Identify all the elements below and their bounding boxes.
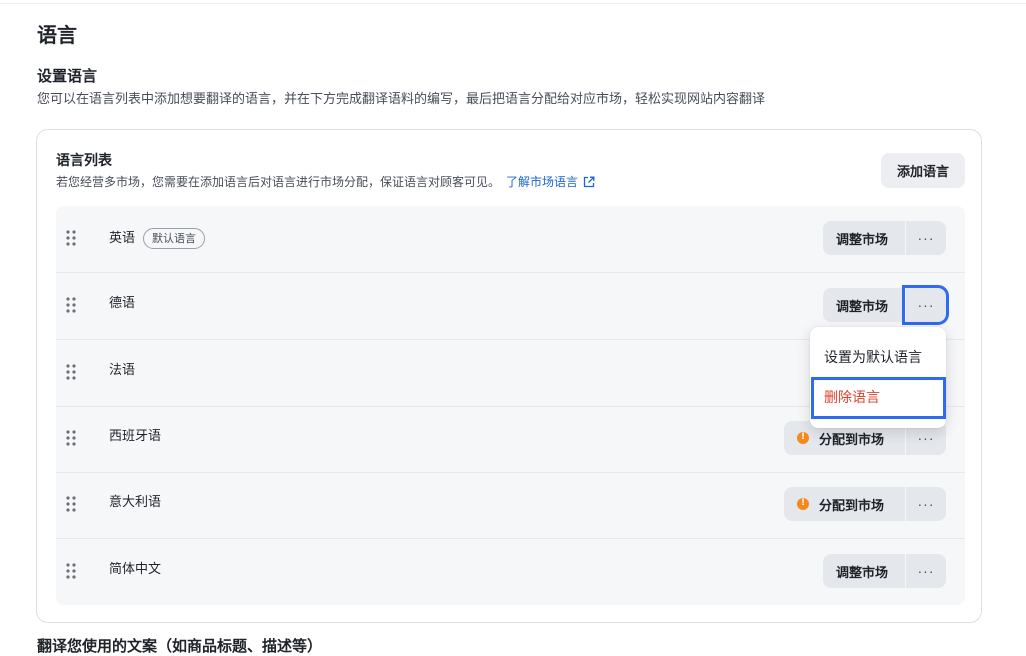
row-actions: 调整市场 ··· bbox=[823, 221, 946, 255]
default-language-badge: 默认语言 bbox=[143, 228, 206, 249]
assign-market-button[interactable]: 分配到市场 bbox=[784, 487, 905, 521]
language-name-label: 英语 bbox=[109, 231, 136, 246]
assign-market-label: 分配到市场 bbox=[819, 498, 885, 514]
more-options-button[interactable]: ··· bbox=[905, 554, 946, 588]
language-row-italian: 意大利语 分配到市场 ··· bbox=[56, 472, 965, 539]
more-options-button[interactable]: ··· bbox=[905, 487, 946, 521]
section-description: 您可以在语言列表中添加想要翻译的语言，并在下方完成翻译语料的编写，最后把语言分配… bbox=[37, 92, 766, 107]
adjust-market-button[interactable]: 调整市场 bbox=[823, 554, 905, 588]
warning-icon bbox=[797, 431, 809, 444]
top-divider bbox=[0, 3, 1026, 4]
add-language-button[interactable]: 添加语言 bbox=[881, 153, 965, 188]
drag-handle-icon[interactable] bbox=[66, 230, 76, 246]
more-options-button[interactable]: ··· bbox=[905, 221, 946, 255]
language-name: 英语 默认语言 bbox=[109, 228, 206, 249]
more-options-menu: 设置为默认语言 删除语言 bbox=[810, 327, 946, 428]
section-title: 设置语言 bbox=[37, 67, 98, 85]
language-row-english: 英语 默认语言 调整市场 ··· bbox=[56, 206, 965, 273]
adjust-market-button[interactable]: 调整市场 bbox=[823, 288, 905, 322]
learn-market-language-link-label: 了解市场语言 bbox=[506, 175, 579, 189]
drag-handle-icon[interactable] bbox=[66, 496, 76, 512]
warning-icon bbox=[797, 497, 809, 510]
language-row-simplified-chinese: 简体中文 调整市场 ··· bbox=[56, 539, 965, 606]
drag-handle-icon[interactable] bbox=[66, 430, 76, 446]
delete-language-menu-item[interactable]: 删除语言 bbox=[811, 377, 946, 419]
language-name: 意大利语 bbox=[109, 495, 162, 510]
language-name: 西班牙语 bbox=[109, 429, 162, 444]
language-name: 德语 bbox=[109, 296, 136, 311]
page-title: 语言 bbox=[37, 23, 77, 47]
external-link-icon bbox=[583, 176, 595, 188]
next-section-title: 翻译您使用的文案（如商品标题、描述等） bbox=[37, 637, 323, 655]
set-default-language-menu-item[interactable]: 设置为默认语言 bbox=[810, 337, 946, 379]
card-description: 若您经营多市场，您需要在添加语言后对语言进行市场分配，保证语言对顾客可见。 了解市… bbox=[56, 174, 595, 191]
assign-market-label: 分配到市场 bbox=[819, 432, 885, 448]
row-actions: 调整市场 ··· bbox=[823, 285, 949, 325]
learn-market-language-link[interactable]: 了解市场语言 bbox=[506, 175, 595, 189]
drag-handle-icon[interactable] bbox=[66, 297, 76, 313]
adjust-market-button[interactable]: 调整市场 bbox=[823, 221, 905, 255]
drag-handle-icon[interactable] bbox=[66, 364, 76, 380]
card-description-text: 若您经营多市场，您需要在添加语言后对语言进行市场分配，保证语言对顾客可见。 bbox=[56, 175, 501, 189]
more-options-button[interactable]: ··· bbox=[902, 285, 949, 325]
language-name: 法语 bbox=[109, 363, 136, 378]
drag-handle-icon[interactable] bbox=[66, 563, 76, 579]
language-name: 简体中文 bbox=[109, 562, 162, 577]
row-actions: 调整市场 ··· bbox=[823, 554, 946, 588]
card-title: 语言列表 bbox=[56, 153, 112, 169]
row-actions: 分配到市场 ··· bbox=[784, 487, 946, 521]
